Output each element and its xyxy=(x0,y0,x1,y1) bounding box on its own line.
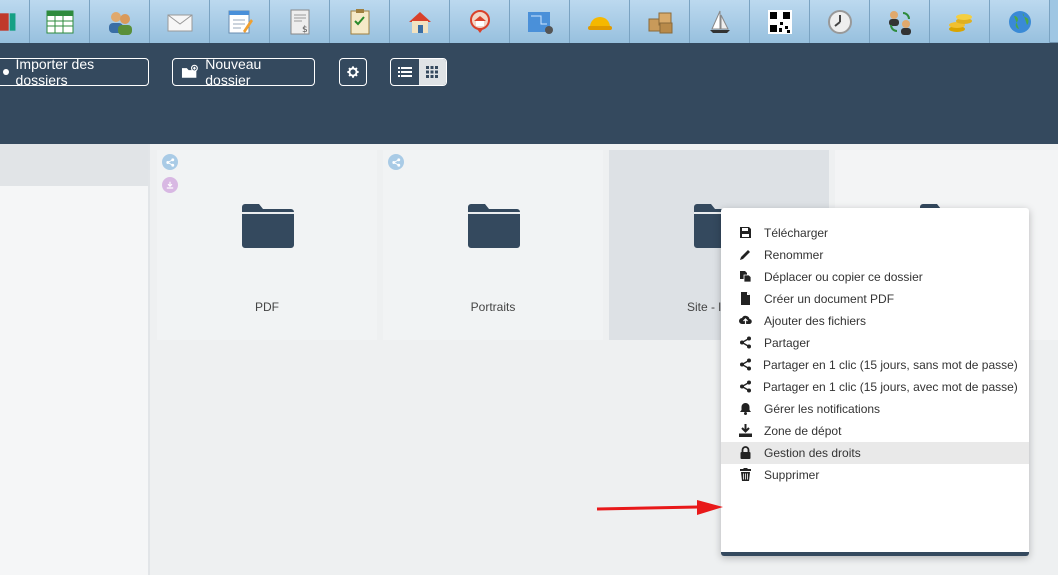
folder-toolbar: Importer des dossiers Nouveau dossier xyxy=(0,43,1058,144)
menu-item-label: Créer un document PDF xyxy=(764,292,895,306)
gear-icon xyxy=(347,66,359,78)
menu-item-label: Partager en 1 clic (15 jours, sans mot d… xyxy=(763,358,1018,372)
menu-item-drop-zone[interactable]: Zone de dépot xyxy=(721,420,1029,442)
menu-item-label: Gérer les notifications xyxy=(764,402,881,416)
download-icon xyxy=(739,424,752,437)
app-partial-icon[interactable] xyxy=(0,0,30,43)
menu-item-move-copy[interactable]: Déplacer ou copier ce dossier xyxy=(721,266,1029,288)
share-icon[interactable] xyxy=(388,154,404,170)
list-view-button[interactable] xyxy=(391,59,419,85)
bell-icon xyxy=(740,403,751,415)
invoice-icon[interactable]: $ xyxy=(270,0,330,43)
menu-item-label: Partager en 1 clic (15 jours, avec mot d… xyxy=(763,380,1018,394)
notepad-icon[interactable] xyxy=(210,0,270,43)
spreadsheet-icon[interactable] xyxy=(30,0,90,43)
annotation-arrow-icon xyxy=(596,500,723,515)
mail-icon[interactable] xyxy=(150,0,210,43)
checklist-icon[interactable] xyxy=(330,0,390,43)
blueprint-icon[interactable] xyxy=(510,0,570,43)
folder-icon xyxy=(468,204,520,248)
user-exchange-icon[interactable] xyxy=(870,0,930,43)
download-badge-icon[interactable] xyxy=(162,177,178,193)
house-location-icon[interactable] xyxy=(450,0,510,43)
share-icon xyxy=(740,336,751,349)
menu-item-add-files[interactable]: Ajouter des fichiers xyxy=(721,310,1029,332)
trash-icon xyxy=(740,468,751,481)
svg-text:$: $ xyxy=(302,25,308,35)
lock-icon xyxy=(740,446,751,459)
copy-icon xyxy=(740,271,752,283)
menu-item-share[interactable]: Partager xyxy=(721,332,1029,354)
menu-item-delete[interactable]: Supprimer xyxy=(721,464,1029,486)
hard-hat-icon[interactable] xyxy=(570,0,630,43)
import-folders-button[interactable]: Importer des dossiers xyxy=(0,56,149,88)
coins-icon[interactable] xyxy=(930,0,990,43)
settings-button[interactable] xyxy=(339,58,367,86)
globe-icon[interactable] xyxy=(990,0,1050,43)
folder-tree-panel xyxy=(0,144,150,575)
pencil-icon xyxy=(740,250,750,260)
house-icon[interactable] xyxy=(390,0,450,43)
new-folder-label: Nouveau dossier xyxy=(205,56,262,88)
file-icon xyxy=(741,292,750,305)
menu-item-label: Déplacer ou copier ce dossier xyxy=(764,270,923,284)
menu-item-create-pdf[interactable]: Créer un document PDF xyxy=(721,288,1029,310)
boxes-icon[interactable] xyxy=(630,0,690,43)
import-folders-label: Importer des dossiers xyxy=(15,56,95,88)
menu-item-label: Zone de dépot xyxy=(764,424,842,438)
menu-item-label: Partager xyxy=(764,336,811,350)
folder-tile-portraits[interactable]: Portraits xyxy=(383,150,603,340)
menu-item-label: Ajouter des fichiers xyxy=(764,314,867,328)
grid-view-button[interactable] xyxy=(418,59,446,85)
share-icon[interactable] xyxy=(162,154,178,170)
folder-tree-header[interactable] xyxy=(0,144,148,186)
folder-tile-pdf[interactable]: PDF xyxy=(157,150,377,340)
menu-item-share-one-click-no-password[interactable]: Partager en 1 clic (15 jours, sans mot d… xyxy=(721,354,1029,376)
menu-item-permissions[interactable]: Gestion des droits xyxy=(721,442,1029,464)
list-icon xyxy=(397,67,412,77)
save-icon xyxy=(740,227,751,238)
import-icon xyxy=(3,69,9,75)
share-icon xyxy=(740,380,751,393)
folder-context-menu: Télécharger Renommer Déplacer ou copier … xyxy=(721,208,1029,556)
sailboat-icon[interactable] xyxy=(690,0,750,43)
grid-icon xyxy=(426,66,439,78)
clock-icon[interactable] xyxy=(810,0,870,43)
users-icon[interactable] xyxy=(90,0,150,43)
folder-name: PDF xyxy=(255,300,279,314)
folder-name: Portraits xyxy=(470,300,516,314)
menu-item-label: Renommer xyxy=(764,248,824,262)
new-folder-icon xyxy=(181,64,198,78)
menu-item-label: Supprimer xyxy=(764,468,820,482)
menu-item-rename[interactable]: Renommer xyxy=(721,244,1029,266)
menu-item-share-one-click-password[interactable]: Partager en 1 clic (15 jours, avec mot d… xyxy=(721,376,1029,398)
new-folder-button[interactable]: Nouveau dossier xyxy=(172,56,315,88)
menu-item-label: Télécharger xyxy=(764,226,829,240)
menu-item-download[interactable]: Télécharger xyxy=(721,222,1029,244)
share-icon xyxy=(740,358,751,371)
folder-icon xyxy=(242,204,294,248)
menu-item-label: Gestion des droits xyxy=(764,446,861,460)
cloud-upload-icon xyxy=(739,315,752,325)
menu-item-notifications[interactable]: Gérer les notifications xyxy=(721,398,1029,420)
app-launcher-bar: $ xyxy=(0,0,1058,43)
view-toggle xyxy=(390,58,447,86)
qr-code-icon[interactable] xyxy=(750,0,810,43)
